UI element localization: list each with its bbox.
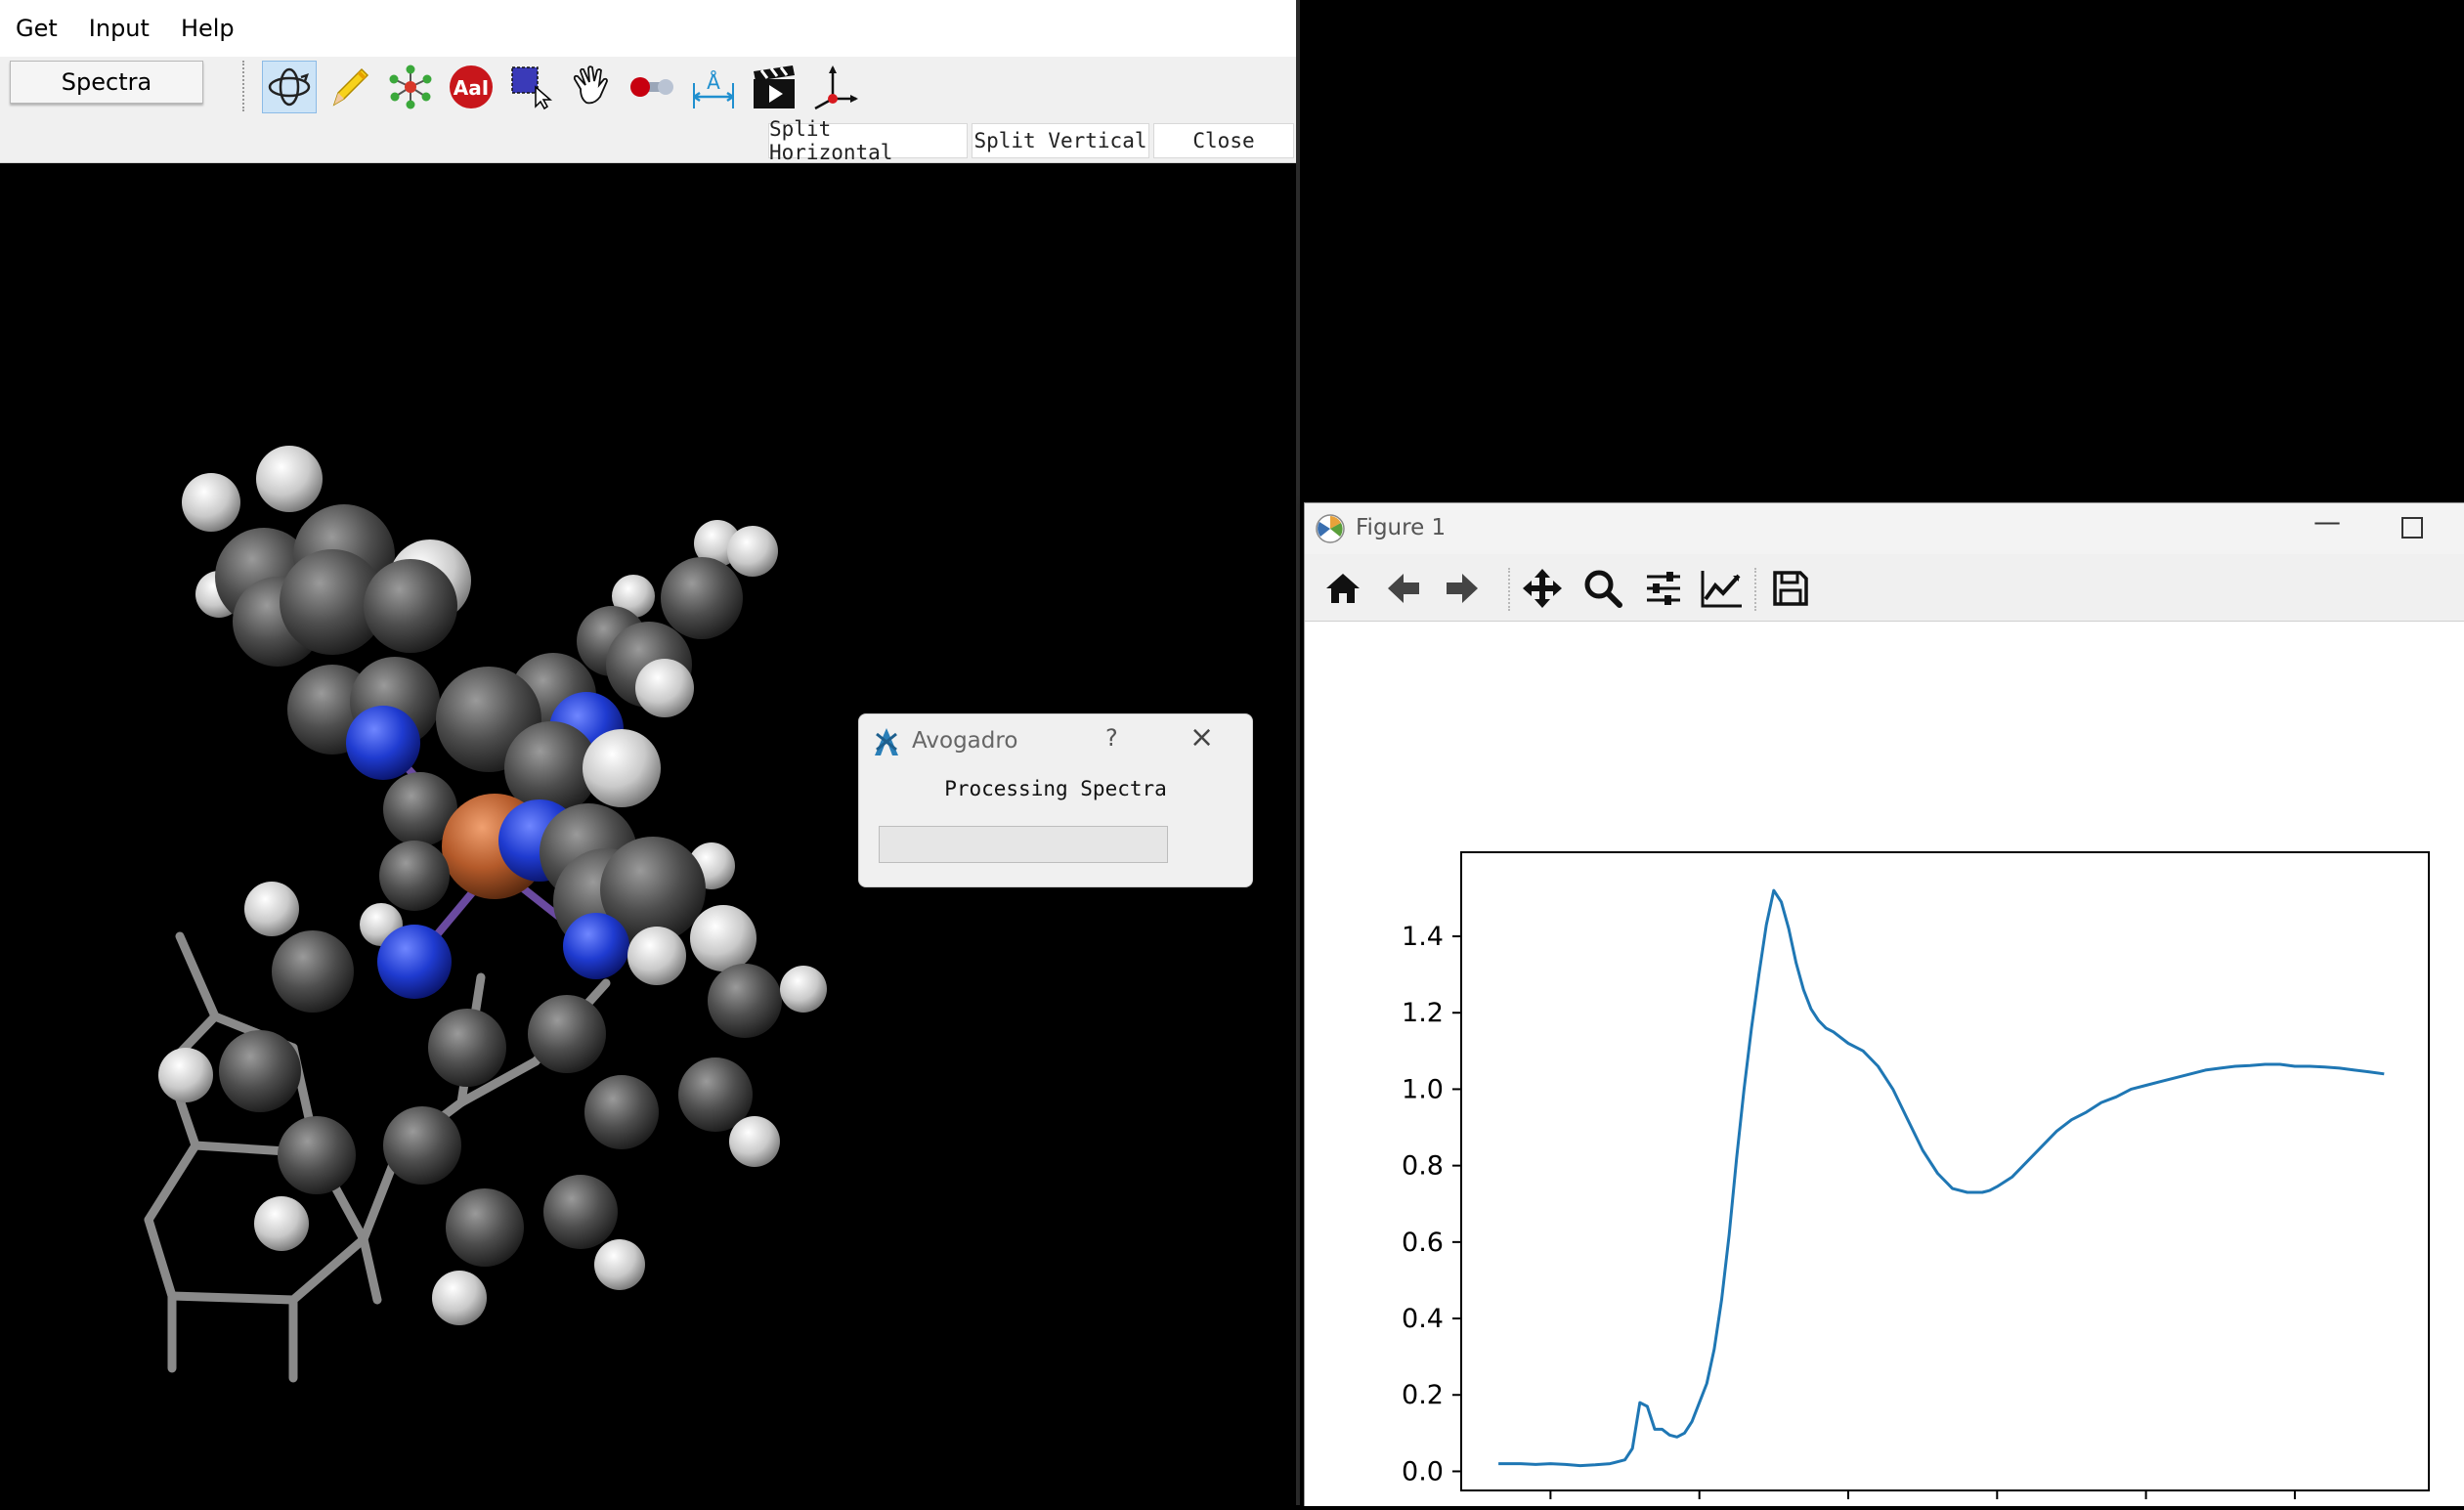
tool-bar: Spectra AaI Å <box>0 57 1298 117</box>
label-icon: AaI <box>450 65 493 108</box>
template-tool-button[interactable] <box>383 61 438 113</box>
close-view-button[interactable]: Close <box>1153 123 1294 158</box>
dialog-title: Avogadro <box>912 728 1018 754</box>
view-split-bar: Split Horizontal Split Vertical Close <box>0 117 1298 164</box>
figure-title-bar: Figure 1 — <box>1305 503 2464 554</box>
toolbar-separator <box>242 61 248 111</box>
y-tick-label: 0.2 <box>1402 1380 1444 1410</box>
plot-axes <box>1460 851 2430 1491</box>
measure-tool-button[interactable]: Å <box>686 61 741 113</box>
subplots-icon <box>1647 572 1680 605</box>
y-tick-label: 1.4 <box>1402 922 1444 952</box>
processing-dialog: Avogadro ? × Processing Spectra <box>858 713 1253 887</box>
bond-centric-tool-button[interactable] <box>626 61 680 113</box>
y-tick-label: 0.4 <box>1402 1304 1444 1334</box>
forward-button[interactable] <box>1440 566 1485 611</box>
manipulate-icon <box>573 65 608 105</box>
dialog-message: Processing Spectra <box>944 777 1167 800</box>
home-button[interactable] <box>1320 566 1365 611</box>
customize-icon <box>1701 571 1742 608</box>
progress-bar <box>879 826 1168 863</box>
y-tick-label: 0.8 <box>1402 1151 1444 1182</box>
xanes-line-chart: 7100712071407160718072000.00.20.40.60.81… <box>1402 851 2430 1510</box>
y-tick-label: 0.6 <box>1402 1228 1444 1258</box>
svg-text:AaI: AaI <box>454 76 489 100</box>
navigate-tool-button[interactable] <box>262 61 317 113</box>
split-horizontal-button[interactable]: Split Horizontal <box>768 117 968 164</box>
align-tool-button[interactable] <box>807 61 862 113</box>
matplotlib-logo-icon <box>1316 514 1345 543</box>
save-button[interactable] <box>1768 566 1813 611</box>
align-icon <box>814 65 858 110</box>
menu-bar: Get Input Help <box>0 0 1298 58</box>
menu-get[interactable]: Get <box>0 15 73 42</box>
dialog-close-icon[interactable]: × <box>1189 720 1214 755</box>
animation-tool-button[interactable] <box>747 61 801 113</box>
maximize-icon[interactable] <box>2401 517 2423 539</box>
menu-help[interactable]: Help <box>165 15 250 42</box>
figure-canvas[interactable]: 7100712071407160718072000.00.20.40.60.81… <box>1305 622 2464 1510</box>
y-tick-label: 1.2 <box>1402 998 1444 1028</box>
y-tick-label: 0.0 <box>1402 1456 1444 1487</box>
pan-icon <box>1523 569 1562 608</box>
spectra-tab[interactable]: Spectra <box>10 61 203 104</box>
pan-button[interactable] <box>1520 566 1565 611</box>
spectrum-line <box>1498 888 2385 1468</box>
forward-icon <box>1447 574 1478 603</box>
svg-text:Å: Å <box>707 70 720 94</box>
select-icon <box>511 66 553 110</box>
menu-input[interactable]: Input <box>73 15 165 42</box>
select-tool-button[interactable] <box>504 61 559 113</box>
figure-title: Figure 1 <box>1356 515 1447 540</box>
measure-icon: Å <box>693 70 734 108</box>
zoom-button[interactable] <box>1580 566 1625 611</box>
animation-icon <box>754 65 795 108</box>
template-icon <box>389 65 432 109</box>
window-divider <box>1296 0 1300 1505</box>
toolbar-separator <box>1754 568 1756 611</box>
avogadro-logo-icon <box>875 728 898 755</box>
label-tool-button[interactable]: AaI <box>444 61 498 113</box>
toolbar-separator <box>1508 568 1510 611</box>
split-vertical-button[interactable]: Split Vertical <box>972 123 1149 158</box>
save-icon <box>1773 571 1808 606</box>
zoom-icon <box>1584 570 1622 608</box>
home-icon <box>1326 574 1360 603</box>
y-tick-label: 1.0 <box>1402 1074 1444 1104</box>
subplots-button[interactable] <box>1641 566 1686 611</box>
bond-centric-icon <box>630 77 673 97</box>
minimize-icon[interactable]: — <box>2313 505 2341 538</box>
figure-toolbar <box>1305 554 2464 622</box>
back-button[interactable] <box>1381 566 1426 611</box>
draw-tool-button[interactable] <box>323 61 377 113</box>
figure-window: Figure 1 — 710071207 <box>1304 502 2464 1510</box>
navigate-icon <box>268 67 311 107</box>
axis-ticks: 7100712071407160718072000.00.20.40.60.81… <box>1402 922 2328 1510</box>
draw-icon <box>332 67 369 107</box>
dialog-help-button[interactable]: ? <box>1105 724 1118 752</box>
customize-button[interactable] <box>1700 566 1745 611</box>
back-icon <box>1388 574 1419 603</box>
manipulate-tool-button[interactable] <box>565 61 620 113</box>
